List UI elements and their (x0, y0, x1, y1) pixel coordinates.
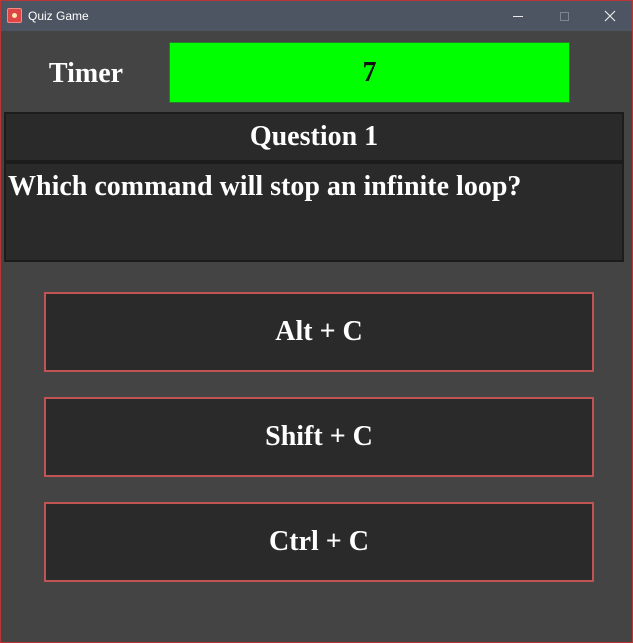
title-bar[interactable]: Quiz Game (1, 1, 632, 31)
answer-button-1[interactable]: Alt + C (44, 292, 594, 372)
answer-button-3[interactable]: Ctrl + C (44, 502, 594, 582)
maximize-icon (559, 11, 569, 21)
close-icon (604, 10, 616, 22)
minimize-icon (513, 15, 523, 17)
minimize-button[interactable] (495, 1, 541, 31)
timer-value: 7 (169, 42, 570, 103)
close-button[interactable] (587, 1, 633, 31)
question-number: Question 1 (4, 112, 624, 162)
answer-button-2[interactable]: Shift + C (44, 397, 594, 477)
window-title: Quiz Game (28, 9, 89, 23)
question-text: Which command will stop an infinite loop… (4, 162, 624, 262)
maximize-button[interactable] (541, 1, 587, 31)
timer-label: Timer (48, 58, 124, 89)
app-icon (7, 8, 22, 23)
quiz-window: Quiz Game Timer 7 Question 1 Which comma… (0, 0, 633, 643)
